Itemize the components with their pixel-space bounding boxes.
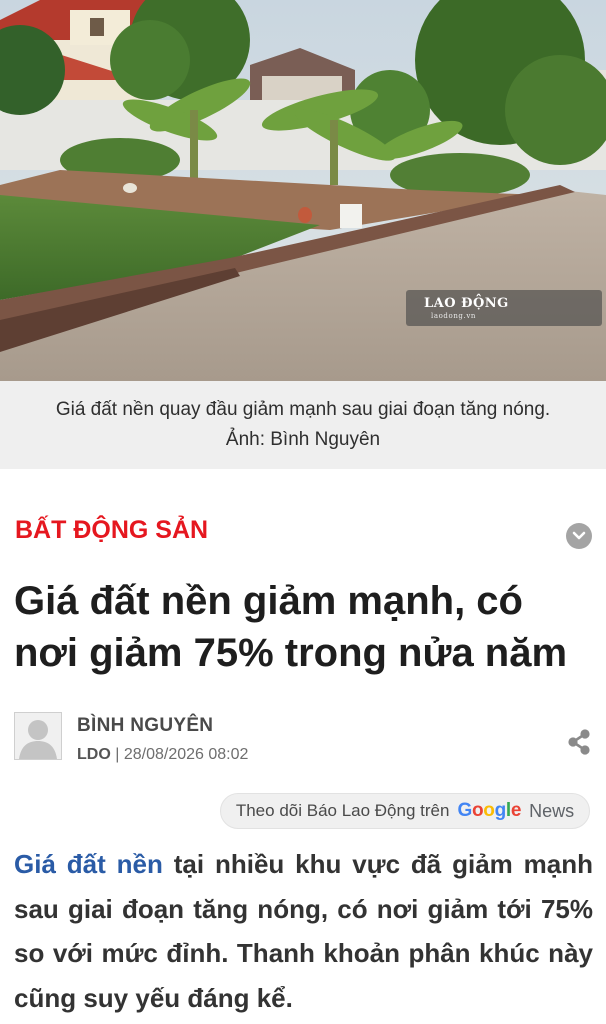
- watermark-brand: LAO ĐỘNG: [424, 296, 509, 311]
- author-name[interactable]: BÌNH NGUYÊN: [77, 715, 213, 737]
- share-icon: [568, 729, 590, 755]
- google-letter: g: [494, 800, 507, 821]
- google-letter: o: [471, 800, 484, 821]
- article-meta: LDO | 28/08/2026 08:02: [77, 746, 248, 764]
- google-letter: G: [457, 800, 472, 821]
- meta-separator: |: [110, 746, 124, 763]
- publish-datetime: 28/08/2026 08:02: [123, 746, 249, 763]
- laodong-watermark-logo: LAO ĐỘNG laodong.vn: [406, 290, 602, 326]
- article-headline: Giá đất nền giảm mạnh, có nơi giảm 75% t…: [14, 579, 568, 675]
- chevron-down-icon: [572, 531, 586, 540]
- photo-caption: Giá đất nền quay đầu giảm mạnh sau giai …: [0, 381, 606, 469]
- article-lead: Giá đất nền tại nhiều khu vực đã giảm mạ…: [14, 842, 593, 1020]
- follow-google-news-button[interactable]: Theo dõi Báo Lao Động trên Google News: [220, 793, 590, 829]
- author-block: BÌNH NGUYÊN LDO | 28/08/2026 08:02: [14, 712, 598, 772]
- hero-photo: LAO ĐỘNG laodong.vn: [0, 0, 606, 381]
- author-avatar[interactable]: [14, 712, 62, 760]
- expand-button[interactable]: [566, 523, 592, 549]
- share-button[interactable]: [564, 727, 594, 757]
- follow-text: Theo dõi Báo Lao Động trên: [235, 801, 450, 820]
- caption-credit: Ảnh: Bình Nguyên: [225, 429, 381, 450]
- google-logo: Google: [457, 800, 521, 822]
- news-label: News: [529, 800, 575, 821]
- category-row: BẤT ĐỘNG SẢN: [15, 512, 595, 552]
- lead-keyword-link[interactable]: Giá đất nền: [14, 849, 163, 879]
- category-label[interactable]: BẤT ĐỘNG SẢN: [15, 516, 208, 545]
- source-label: LDO: [77, 746, 111, 763]
- watermark-url: laodong.vn: [431, 312, 476, 320]
- google-letter: o: [483, 800, 495, 821]
- person-placeholder-icon: [19, 720, 57, 759]
- google-letter: e: [510, 800, 522, 821]
- caption-text: Giá đất nền quay đầu giảm mạnh sau giai …: [55, 399, 551, 420]
